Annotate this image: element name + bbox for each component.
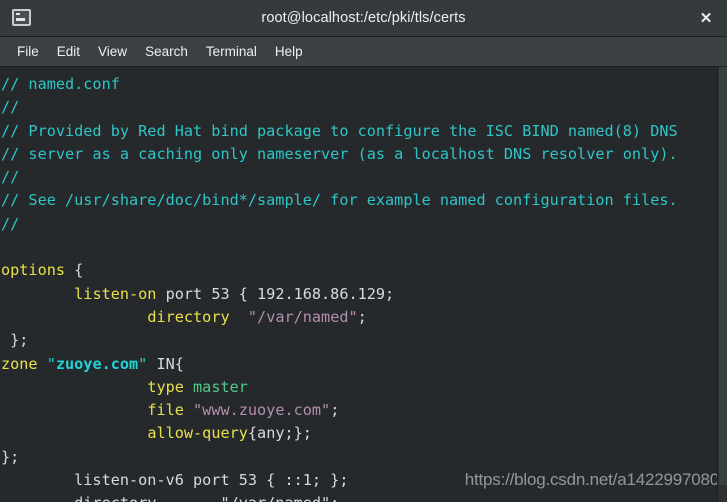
terminal-line: file "www.zuoye.com"; bbox=[0, 399, 718, 422]
terminal-text-segment: // Provided by Red Hat bind package to c… bbox=[1, 121, 678, 140]
scrollbar-thumb[interactable] bbox=[719, 67, 727, 485]
menu-item-help[interactable]: Help bbox=[266, 42, 312, 61]
terminal-text-segment: // bbox=[1, 214, 20, 233]
terminal-line: // Provided by Red Hat bind package to c… bbox=[0, 120, 718, 143]
terminal-text-segment: "www.zuoye.com" bbox=[193, 401, 331, 420]
terminal-text-segment: IN{ bbox=[147, 354, 184, 373]
terminal-text-segment: // named.conf bbox=[1, 75, 120, 93]
terminal-line: // server as a caching only nameserver (… bbox=[0, 143, 718, 166]
terminal-line: type master bbox=[0, 376, 718, 399]
terminal-text-segment: type bbox=[147, 377, 194, 396]
terminal-text-segment: ; bbox=[357, 307, 367, 326]
terminal-window: root@localhost:/etc/pki/tls/certs ✕ File… bbox=[0, 0, 727, 502]
terminal-text-segment: { bbox=[74, 261, 84, 280]
terminal-text-segment: " bbox=[46, 354, 56, 373]
terminal-text-segment: }; bbox=[1, 447, 20, 466]
terminal-line: directory "/var/named"; bbox=[0, 306, 718, 329]
close-icon[interactable]: ✕ bbox=[695, 0, 717, 36]
vertical-scrollbar[interactable] bbox=[717, 67, 727, 502]
terminal-text-segment: "/var/named" bbox=[247, 307, 358, 326]
vim-status-line: 1,0-1 Top bbox=[0, 480, 718, 502]
terminal-screen[interactable]: // named.conf // // Provided by Red Hat bi… bbox=[0, 67, 718, 502]
terminal-text-segment: ; bbox=[330, 401, 340, 420]
terminal-text-segment: // server as a caching only nameserver (… bbox=[1, 144, 678, 163]
terminal-text-segment: listen-on bbox=[74, 284, 157, 303]
terminal-line: listen-on port 53 { 192.168.86.129; bbox=[0, 283, 718, 306]
terminal-line: zone "zuoye.com" IN{ bbox=[0, 353, 718, 376]
terminal-line: // bbox=[0, 96, 718, 119]
terminal-body[interactable]: // named.conf // // Provided by Red Hat bi… bbox=[0, 67, 727, 502]
terminal-text-segment: // See /usr/share/doc/bind*/sample/ for … bbox=[1, 191, 678, 210]
menu-bar: File Edit View Search Terminal Help bbox=[0, 37, 727, 67]
terminal-line: // bbox=[0, 166, 718, 189]
terminal-line: options { bbox=[0, 259, 718, 282]
terminal-text-segment: // bbox=[1, 168, 20, 187]
terminal-text-segment: allow-query bbox=[147, 424, 248, 443]
terminal-line: // named.conf bbox=[0, 73, 718, 96]
menu-item-file[interactable]: File bbox=[8, 42, 48, 61]
terminal-text-segment: zuoye.com bbox=[55, 354, 139, 373]
terminal-line: allow-query{any;}; bbox=[0, 422, 718, 445]
menu-item-search[interactable]: Search bbox=[136, 42, 197, 61]
terminal-text-segment: file bbox=[147, 401, 194, 420]
terminal-line: }; bbox=[0, 329, 718, 352]
terminal-text-segment: port 53 { 192.168.86.129; bbox=[156, 284, 395, 303]
terminal-line: }; bbox=[0, 446, 718, 469]
terminal-text-segment: master bbox=[193, 377, 248, 396]
menu-item-terminal[interactable]: Terminal bbox=[197, 42, 266, 61]
terminal-text-segment: zone bbox=[1, 354, 47, 373]
terminal-text-segment: {any;}; bbox=[247, 424, 312, 443]
menu-item-edit[interactable]: Edit bbox=[48, 42, 89, 61]
terminal-text-segment: directory bbox=[147, 307, 230, 326]
terminal-icon bbox=[12, 9, 31, 26]
title-bar: root@localhost:/etc/pki/tls/certs ✕ bbox=[0, 0, 727, 37]
terminal-text-segment: " bbox=[138, 354, 148, 373]
terminal-text-segment: }; bbox=[1, 331, 29, 350]
terminal-line: // bbox=[0, 213, 718, 236]
window-title: root@localhost:/etc/pki/tls/certs bbox=[261, 10, 466, 26]
terminal-text-segment: // bbox=[1, 98, 20, 117]
menu-item-view[interactable]: View bbox=[89, 42, 136, 61]
terminal-text-segment: options bbox=[1, 261, 75, 280]
terminal-line: // See /usr/share/doc/bind*/sample/ for … bbox=[0, 189, 718, 212]
